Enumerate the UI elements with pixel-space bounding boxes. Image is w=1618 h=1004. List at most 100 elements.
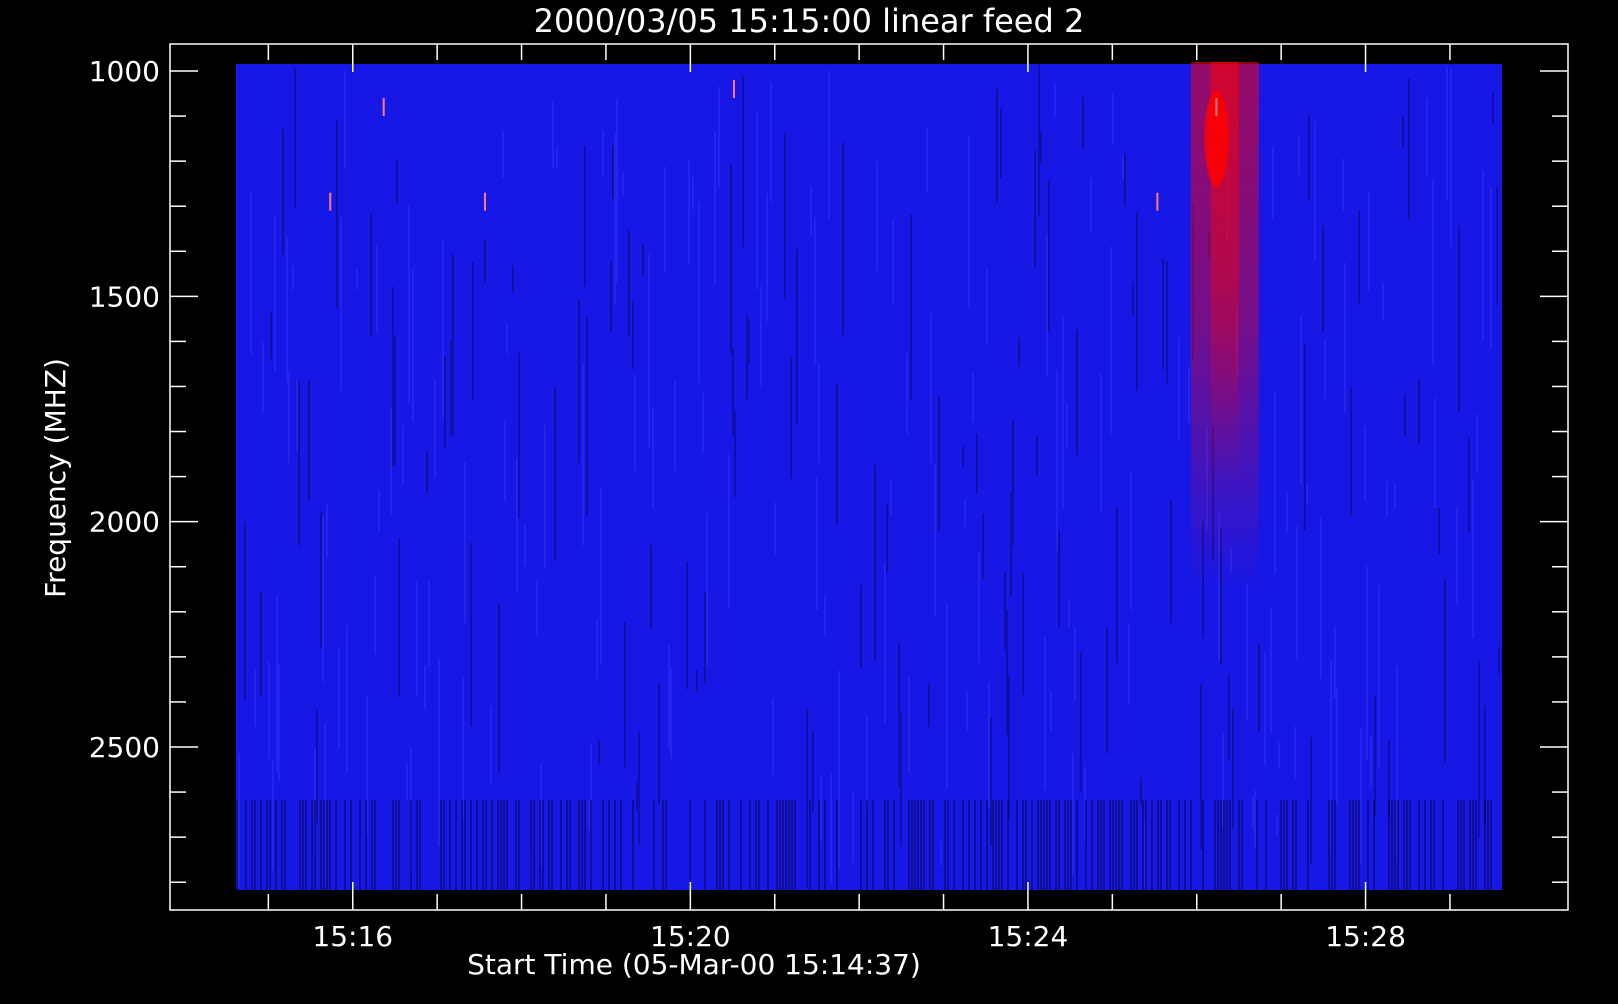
noise-streak xyxy=(276,595,278,773)
noise-streak xyxy=(1286,800,1288,890)
noise-streak xyxy=(1490,800,1492,890)
noise-streak xyxy=(836,800,838,890)
noise-streak xyxy=(1364,425,1366,501)
noise-streak xyxy=(1475,800,1477,890)
noise-streak xyxy=(1498,647,1500,674)
noise-streak xyxy=(1066,402,1068,449)
noise-streak xyxy=(632,300,634,370)
noise-streak xyxy=(394,335,396,466)
noise-streak xyxy=(250,191,252,355)
noise-streak xyxy=(638,731,640,846)
noise-streak xyxy=(995,800,997,890)
noise-streak xyxy=(1304,343,1306,531)
noise-streak xyxy=(1076,800,1078,890)
noise-streak xyxy=(1070,800,1072,890)
noise-streak xyxy=(806,708,808,889)
noise-streak xyxy=(976,433,978,494)
noise-streak xyxy=(516,458,518,593)
noise-streak xyxy=(462,677,464,819)
noise-streak xyxy=(284,800,286,890)
noise-streak xyxy=(598,739,600,765)
noise-streak xyxy=(982,513,984,580)
noise-streak xyxy=(1241,800,1243,890)
noise-streak xyxy=(749,800,751,890)
noise-streak xyxy=(746,314,748,400)
noise-streak xyxy=(1048,179,1050,333)
noise-streak xyxy=(506,322,508,355)
noise-streak xyxy=(390,408,392,515)
noise-streak xyxy=(515,800,517,890)
noise-streak xyxy=(814,217,816,365)
noise-streak xyxy=(392,286,394,467)
noise-streak xyxy=(1054,83,1056,117)
noise-streak xyxy=(740,800,742,890)
noise-streak xyxy=(596,619,598,680)
noise-streak xyxy=(336,119,338,308)
noise-streak xyxy=(314,800,316,890)
noise-streak xyxy=(344,70,346,168)
noise-streak xyxy=(946,603,948,789)
noise-streak xyxy=(756,111,758,290)
noise-streak xyxy=(1487,800,1489,890)
y-tick-label: 1000 xyxy=(89,55,160,88)
noise-streak xyxy=(238,753,240,888)
noise-streak xyxy=(1374,695,1376,817)
noise-streak xyxy=(1446,66,1448,201)
noise-streak xyxy=(998,800,1000,890)
noise-streak xyxy=(544,424,546,569)
noise-streak xyxy=(322,517,324,683)
spike-mark xyxy=(732,80,735,99)
noise-streak xyxy=(818,363,820,463)
noise-streak xyxy=(1170,500,1172,623)
noise-streak xyxy=(582,362,584,546)
noise-streak xyxy=(455,800,457,890)
noise-streak xyxy=(268,661,270,759)
noise-streak xyxy=(1090,178,1092,234)
spectrogram-chart: 2000/03/05 15:15:00 linear feed 2 1000 15… xyxy=(39,2,1569,981)
noise-streak xyxy=(1068,598,1070,627)
noise-streak xyxy=(1394,800,1396,890)
noise-streak xyxy=(530,800,532,890)
noise-streak xyxy=(506,800,508,890)
noise-streak xyxy=(892,219,894,306)
noise-streak xyxy=(584,800,586,890)
noise-streak xyxy=(947,800,949,890)
noise-streak xyxy=(1217,800,1219,890)
noise-streak xyxy=(282,128,284,255)
noise-streak xyxy=(504,419,506,502)
noise-streak xyxy=(664,166,666,274)
noise-streak xyxy=(518,352,520,519)
noise-streak xyxy=(1373,800,1375,890)
noise-streak xyxy=(1100,373,1102,513)
noise-streak xyxy=(1188,368,1190,423)
noise-streak xyxy=(1342,158,1344,211)
noise-streak xyxy=(920,800,922,890)
noise-streak xyxy=(292,265,294,291)
noise-streak xyxy=(794,800,796,890)
noise-streak xyxy=(416,581,418,697)
spectrogram-figure: 2000/03/05 15:15:00 linear feed 2 1000 15… xyxy=(0,0,1618,1000)
noise-streak xyxy=(642,243,644,275)
noise-streak xyxy=(1110,246,1112,434)
noise-streak xyxy=(978,552,980,663)
noise-streak xyxy=(612,145,614,199)
noise-streak xyxy=(818,800,820,890)
noise-streak xyxy=(288,370,290,463)
noise-streak xyxy=(812,730,814,814)
noise-streak xyxy=(810,186,812,237)
noise-streak xyxy=(419,800,421,890)
noise-streak xyxy=(1100,800,1102,890)
noise-streak xyxy=(378,490,380,532)
noise-streak xyxy=(1438,508,1440,554)
noise-streak xyxy=(428,581,430,667)
noise-streak xyxy=(1072,753,1074,875)
noise-streak xyxy=(962,800,964,890)
noise-streak xyxy=(600,488,602,664)
noise-streak xyxy=(1484,800,1486,890)
noise-streak xyxy=(294,67,296,208)
noise-streak xyxy=(1328,800,1330,890)
noise-streak xyxy=(824,594,826,637)
noise-streak xyxy=(1157,800,1159,890)
noise-streak xyxy=(1074,627,1076,701)
noise-streak xyxy=(1298,136,1300,176)
